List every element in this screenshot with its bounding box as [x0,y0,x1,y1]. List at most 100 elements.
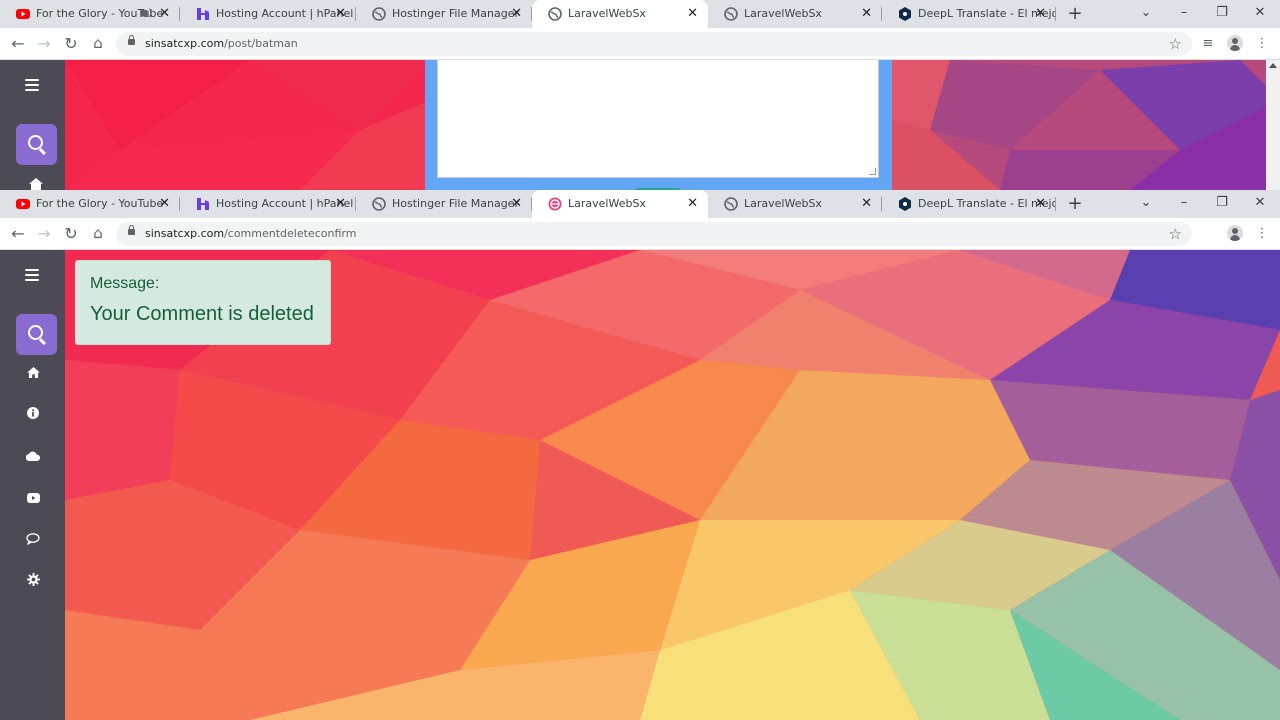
bookmark-star-icon[interactable]: ☆ [1169,32,1182,56]
menu-icon[interactable]: ⋮ [1252,28,1272,59]
close-tab-icon[interactable]: ✕ [861,190,872,218]
laravel-icon [548,197,562,211]
restore-button[interactable]: ❐ [1207,190,1237,218]
home-button[interactable]: ⌂ [87,218,109,249]
hostinger-icon [197,8,209,20]
back-button[interactable]: ← [7,28,29,59]
forward-button[interactable]: → [33,218,55,249]
tab-laravel-active[interactable]: LaravelWebSx ✕ [532,190,708,218]
home-icon[interactable] [29,178,43,190]
youtube-icon [16,199,30,209]
cloud-icon [25,451,41,462]
address-bar[interactable]: sinsatcxp.com/post/batman ☆ [116,32,1192,56]
comment-form-panel [425,60,892,190]
tab-youtube[interactable]: For the Glory - YouTube ◼) ✕ [0,0,180,28]
sidebar-item-settings[interactable] [22,572,44,594]
url-host: sinsatcxp.com [145,227,225,240]
settings-icon [26,573,40,586]
browser-toolbar: ← → ↻ ⌂ sinsatcxp.com/post/batman ☆ ≡ ⋮ [0,28,1280,60]
page-scrollbar[interactable] [1266,60,1280,190]
close-tab-icon[interactable]: ✕ [861,0,872,28]
comment-textarea[interactable] [437,60,879,178]
scroll-up-arrow[interactable] [1269,63,1277,68]
tab-laravel-active[interactable]: LaravelWebSx ✕ [532,0,708,28]
tab-strip: For the Glory - YouTube ✕ Hosting Accoun… [0,190,1280,218]
tab-hpanel[interactable]: Hosting Account | hPanel ✕ [180,0,356,28]
tab-file-manager[interactable]: Hostinger File Manager ✕ [356,190,532,218]
bookmark-star-icon[interactable]: ☆ [1169,222,1182,246]
resize-handle[interactable] [869,168,876,175]
url-path: /post/batman [224,37,298,50]
menu-icon[interactable]: ⋮ [1252,218,1272,249]
tab-title: LaravelWebSx [568,7,646,20]
tab-laravel[interactable]: LaravelWebSx ✕ [708,0,882,28]
hamburger-menu-icon[interactable] [25,79,39,91]
globe-icon [372,7,386,21]
minimize-button[interactable]: – [1169,0,1199,28]
sidebar [0,250,65,720]
close-tab-icon[interactable]: ✕ [1035,190,1046,218]
tab-youtube[interactable]: For the Glory - YouTube ✕ [0,190,180,218]
new-tab-button[interactable]: + [1066,190,1084,218]
search-icon [28,325,43,340]
close-tab-icon[interactable]: ✕ [159,190,170,218]
sidebar-item-home[interactable] [22,364,44,386]
close-tab-icon[interactable]: ✕ [687,0,698,28]
sidebar-item-youtube[interactable] [22,489,44,511]
tab-title: Hostinger File Manager [392,7,519,20]
close-tab-icon[interactable]: ✕ [335,190,346,218]
info-icon [27,407,39,419]
forward-button[interactable]: → [33,28,55,59]
close-tab-icon[interactable]: ✕ [1035,0,1046,28]
new-tab-button[interactable]: + [1066,0,1084,28]
youtube-icon [26,493,40,503]
tab-deepl[interactable]: DeepL Translate - El mejor t ✕ [882,0,1056,28]
close-window-button[interactable]: ✕ [1245,190,1275,218]
profile-avatar[interactable] [1227,35,1243,51]
deepl-icon [899,197,911,211]
address-bar[interactable]: sinsatcxp.com/commentdeleteconfirm ☆ [116,222,1192,246]
sidebar-search-button[interactable] [16,314,57,355]
close-tab-icon[interactable]: ✕ [511,190,522,218]
tab-title: For the Glory - YouTube [36,197,164,210]
close-tab-icon[interactable]: ✕ [687,190,698,218]
globe-icon [548,7,562,21]
tab-title: Hosting Account | hPanel [216,197,354,210]
profile-avatar[interactable] [1227,225,1243,241]
restore-button[interactable]: ❐ [1207,0,1237,28]
tab-deepl[interactable]: DeepL Translate - El mejor t ✕ [882,190,1056,218]
tab-strip: For the Glory - YouTube ◼) ✕ Hosting Acc… [0,0,1280,28]
tab-hpanel[interactable]: Hosting Account | hPanel ✕ [180,190,356,218]
tab-laravel[interactable]: LaravelWebSx ✕ [708,190,882,218]
home-button[interactable]: ⌂ [87,28,109,59]
hamburger-menu-icon[interactable] [25,269,39,281]
home-icon [26,367,40,378]
page-content-post [0,60,1280,190]
success-message-box: Message: Your Comment is deleted [75,260,331,345]
sidebar-item-comments[interactable] [22,531,44,553]
sidebar-item-cloud[interactable] [22,447,44,469]
deepl-icon [899,7,911,21]
reading-list-icon[interactable]: ≡ [1198,28,1218,59]
reload-button[interactable]: ↻ [60,28,82,59]
minimize-button[interactable]: – [1169,190,1199,218]
globe-icon [724,7,738,21]
close-tab-icon[interactable]: ✕ [511,0,522,28]
tab-search-icon[interactable]: ⌄ [1131,0,1161,28]
tab-search-icon[interactable]: ⌄ [1131,190,1161,218]
tab-title: Hostinger File Manager [392,197,519,210]
close-tab-icon[interactable]: ✕ [335,0,346,28]
close-tab-icon[interactable]: ✕ [159,0,170,28]
globe-icon [724,197,738,211]
sidebar-item-info[interactable] [22,405,44,427]
sidebar-search-button[interactable] [16,124,57,165]
hostinger-icon [197,198,209,210]
url-host: sinsatcxp.com [145,37,225,50]
comment-icon [26,533,40,546]
tab-title: LaravelWebSx [568,197,646,210]
speaker-icon[interactable]: ◼) [140,0,152,28]
back-button[interactable]: ← [7,218,29,249]
tab-file-manager[interactable]: Hostinger File Manager ✕ [356,0,532,28]
close-window-button[interactable]: ✕ [1245,0,1275,28]
reload-button[interactable]: ↻ [60,218,82,249]
